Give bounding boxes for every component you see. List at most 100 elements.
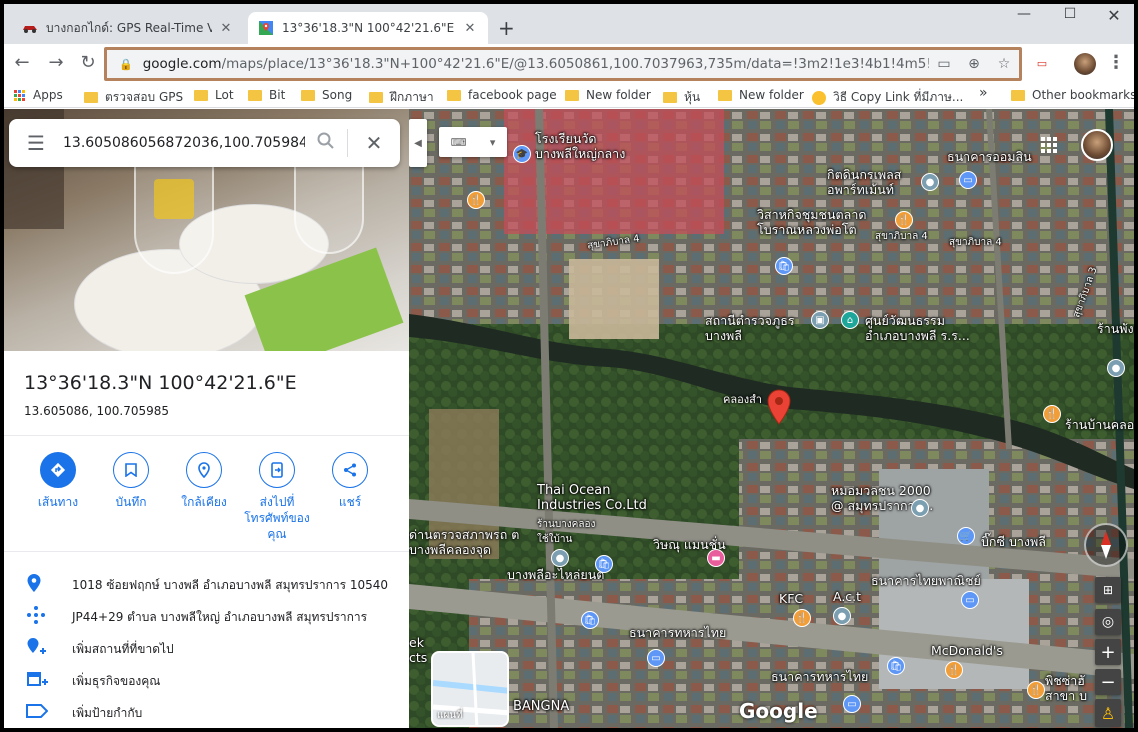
- map-label-act[interactable]: A.c.t: [833, 589, 861, 604]
- bookmark-folder[interactable]: New folder: [718, 88, 804, 102]
- map-label-tek[interactable]: ek cts: [409, 635, 427, 665]
- bookmark-folder[interactable]: ตรวจสอบ GPS: [84, 88, 183, 107]
- back-arrow-icon[interactable]: ←: [10, 52, 34, 73]
- cart-poi-icon[interactable]: 🛒: [957, 527, 975, 545]
- police-poi-icon[interactable]: ▣: [811, 311, 829, 329]
- map-label-gsb[interactable]: ธนาคารออมสิน: [947, 149, 1032, 164]
- share-button[interactable]: แชร์: [310, 452, 390, 510]
- plus-code-row[interactable]: JP44+29 ตำบล บางพลีใหญ่ อำเภอบางพลี สมุท…: [4, 601, 409, 633]
- menu-kebab-icon[interactable]: ⋮: [1104, 52, 1128, 73]
- map-label-bigc[interactable]: บิ๊กซี บางพลี: [981, 534, 1046, 549]
- close-tab-icon[interactable]: ✕: [218, 21, 234, 36]
- restaurant-poi-icon[interactable]: 🍴: [1027, 681, 1045, 699]
- search-box[interactable]: ☰ 13.605086056872036,100.705984 ✕: [9, 119, 400, 167]
- map-label-phichai[interactable]: พิชซ่าฮั สาขา บ: [1045, 673, 1087, 703]
- map-label-wisahakit[interactable]: วิสาหกิจชุมชนตลาด โบราณหลวงพ่อโต: [757, 207, 866, 237]
- tab-gps-bangkok[interactable]: บางกอกไกด์: GPS Real-Time Vehicl ✕: [12, 12, 244, 44]
- add-icon[interactable]: ⊕: [959, 56, 989, 72]
- bookmark-folder[interactable]: Bit: [248, 88, 285, 102]
- map-label-tmb2[interactable]: ธนาคารทหารไทย: [771, 669, 868, 684]
- kfc-poi-icon[interactable]: 🍴: [793, 609, 811, 627]
- map-label-bangpli-spare[interactable]: บางพลีอะไหล่ยนต์: [507, 567, 604, 582]
- nearby-button[interactable]: ใกล้เคียง: [164, 452, 244, 510]
- bookmark-apps[interactable]: Apps: [14, 88, 63, 102]
- map-label-ktb[interactable]: ธนาคารไทยพาณิชย์: [871, 573, 981, 588]
- red-location-pin-icon[interactable]: [767, 389, 791, 425]
- shop-poi-icon[interactable]: 🛍: [775, 257, 793, 275]
- bookmark-folder[interactable]: facebook page: [447, 88, 557, 102]
- map-label-ranklong[interactable]: ร้านบางคลอง ใช้ใบ้าน: [537, 517, 595, 547]
- directions-button[interactable]: เส้นทาง: [18, 452, 98, 510]
- address-bar[interactable]: 🔒 google.com /maps/place/13°36'18.3"N+10…: [104, 47, 1022, 81]
- zoom-in-icon[interactable]: +: [1095, 639, 1121, 665]
- google-apps-grid-icon[interactable]: [1041, 137, 1057, 153]
- reload-icon[interactable]: ↻: [76, 52, 100, 73]
- bank-poi-icon[interactable]: ▭: [959, 171, 977, 189]
- keyboard-input-button[interactable]: ⌨ ▾: [439, 127, 507, 157]
- hamburger-menu-icon[interactable]: ☰: [9, 131, 63, 155]
- minimize-icon[interactable]: —: [1004, 6, 1044, 22]
- add-label-row[interactable]: เพิ่มป้ายกำกับ: [4, 697, 409, 728]
- map-label-ranphet[interactable]: ร้านพัง: [1097, 321, 1134, 336]
- map-label-culture[interactable]: ศูนย์วัฒนธรรม อำเภอบางพลี ร.ร...: [865, 313, 970, 343]
- doctor-poi-icon[interactable]: ●: [911, 499, 929, 517]
- search-input[interactable]: 13.605086056872036,100.705984: [63, 135, 305, 151]
- add-business-row[interactable]: เพิ่มธุรกิจของคุณ: [4, 665, 409, 697]
- shop-poi-icon[interactable]: 🛍: [581, 611, 599, 629]
- map-label-checkpoint[interactable]: ด่านตรวจสภาพรถ ตบางพลีคลองจุด: [409, 527, 519, 557]
- map-label-tmb[interactable]: ธนาคารทหารไทย: [629, 625, 726, 640]
- map-label-thaiocean[interactable]: Thai Ocean Industries Co.Ltd: [537, 483, 647, 513]
- tab-google-maps[interactable]: 13°36'18.3"N 100°42'21.6"E - Goo ✕: [248, 12, 488, 44]
- bookmark-link[interactable]: วิธี Copy Link ที่มีภาษ...: [812, 88, 963, 107]
- bookmark-folder[interactable]: Song: [301, 88, 352, 102]
- new-tab-button[interactable]: +: [498, 16, 515, 40]
- search-icon[interactable]: [305, 132, 347, 155]
- bank-poi-icon[interactable]: ▭: [647, 649, 665, 667]
- bookmark-other[interactable]: Other bookmarks: [1011, 88, 1134, 102]
- satellite-map[interactable]: โรงเรียนวัด บางพลีใหญ่กลาง กิตดินกรเพลส อพ…: [409, 109, 1134, 728]
- map-label-school[interactable]: โรงเรียนวัด บางพลีใหญ่กลาง: [535, 131, 625, 161]
- place-poi-icon[interactable]: ●: [1107, 359, 1125, 377]
- send-to-phone-button[interactable]: ส่งไปที่โทรศัพท์ของคุณ: [237, 452, 317, 542]
- map-label-kfc[interactable]: KFC: [779, 591, 803, 606]
- place-poi-icon[interactable]: ●: [833, 607, 851, 625]
- extension-icon[interactable]: ▭: [1030, 57, 1054, 70]
- shop-poi-icon[interactable]: 🛍: [595, 555, 613, 573]
- close-window-icon[interactable]: ✕: [1094, 6, 1134, 25]
- map-layer-toggle[interactable]: แผนที่: [431, 651, 509, 727]
- cast-icon[interactable]: ▭: [929, 56, 959, 72]
- place-poi-icon[interactable]: ●: [921, 173, 939, 191]
- bookmarks-overflow-chevron-icon[interactable]: »: [979, 85, 988, 101]
- account-avatar[interactable]: [1081, 129, 1113, 161]
- map-label-ranbaan[interactable]: ร้านบ้านคลอ: [1065, 417, 1134, 432]
- pegman-icon[interactable]: ♙: [1095, 699, 1121, 727]
- school-poi-icon[interactable]: 🎓: [513, 145, 531, 163]
- place-poi-icon[interactable]: ●: [551, 549, 569, 567]
- collapse-panel-button[interactable]: ◀: [409, 119, 427, 167]
- address-row[interactable]: 1018 ซ้อยฟฤกษ์ บางพลี อำเภอบางพลี สมุทรป…: [4, 569, 409, 601]
- forward-arrow-icon[interactable]: →: [44, 52, 68, 73]
- bookmark-folder[interactable]: Lot: [194, 88, 234, 102]
- my-location-icon[interactable]: ◎: [1095, 609, 1121, 635]
- museum-poi-icon[interactable]: ⌂: [841, 311, 859, 329]
- restaurant-poi-icon[interactable]: 🍴: [1043, 405, 1061, 423]
- restaurant-poi-icon[interactable]: 🍴: [945, 661, 963, 679]
- hotel-poi-icon[interactable]: ▬: [707, 549, 725, 567]
- bookmark-folder[interactable]: ฝึกภาษา: [369, 88, 434, 107]
- map-label-kitdin[interactable]: กิตดินกรเพลส อพาร์ทเม้นท์: [827, 167, 901, 197]
- restaurant-poi-icon[interactable]: 🍴: [895, 211, 913, 229]
- maximize-icon[interactable]: ☐: [1050, 6, 1090, 22]
- bank-poi-icon[interactable]: ▭: [961, 591, 979, 609]
- clear-search-icon[interactable]: ✕: [348, 131, 400, 155]
- save-button[interactable]: บันทึก: [91, 452, 171, 510]
- close-tab-icon[interactable]: ✕: [462, 21, 478, 36]
- star-icon[interactable]: ☆: [989, 56, 1019, 72]
- add-place-row[interactable]: เพิ่มสถานที่ที่ขาดไป: [4, 633, 409, 665]
- shop-poi-icon[interactable]: 🛍: [887, 657, 905, 675]
- tilt-control[interactable]: ⊞: [1095, 577, 1121, 603]
- profile-avatar[interactable]: [1074, 53, 1096, 75]
- bank-poi-icon[interactable]: ▭: [843, 695, 861, 713]
- compass-control[interactable]: [1084, 523, 1128, 567]
- bookmark-folder[interactable]: New folder: [565, 88, 651, 102]
- zoom-out-icon[interactable]: −: [1095, 669, 1121, 695]
